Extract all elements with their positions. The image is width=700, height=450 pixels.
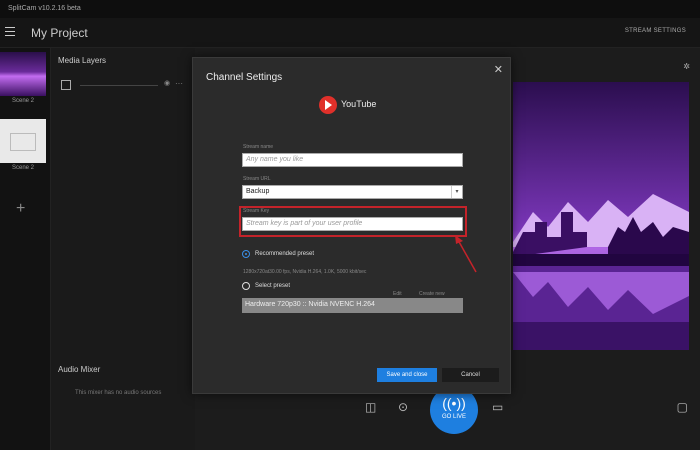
stream-key-input[interactable]: Stream key is part of your user profile: [242, 217, 463, 231]
project-title: My Project: [31, 26, 88, 40]
microphone-icon[interactable]: ◫: [365, 400, 376, 414]
audio-mixer-title: Audio Mixer: [58, 365, 101, 374]
stream-name-label: Stream name: [243, 144, 274, 150]
video-preview: [513, 82, 689, 350]
app-title: SplitCam v10.2.16 beta: [8, 5, 81, 12]
scene-thumbnail-2[interactable]: [0, 119, 46, 163]
go-live-label: GO LIVE: [441, 414, 466, 420]
layer-row[interactable]: ◉ ···: [58, 79, 188, 91]
recommended-preset-label: Recommended preset: [255, 251, 315, 257]
annotation-arrow-icon: [455, 235, 477, 273]
scene-thumbnail-1[interactable]: [0, 52, 46, 96]
stream-name-input[interactable]: Any name you like: [242, 153, 463, 167]
stream-settings-button[interactable]: STREAM SETTINGS: [625, 28, 686, 34]
placeholder-icon: [10, 133, 36, 151]
app-header: My Project STREAM SETTINGS: [0, 18, 700, 48]
video-camera-icon[interactable]: ▭: [492, 400, 503, 414]
scenes-panel: Scene 2 Scene 2 +: [0, 48, 50, 450]
chevron-down-icon[interactable]: ▾: [451, 186, 462, 198]
stream-url-label: Stream URL: [243, 176, 271, 182]
audio-mixer-empty-text: This mixer has no audio sources: [75, 390, 162, 396]
camera-snapshot-icon[interactable]: ⊙: [398, 400, 408, 414]
add-scene-button[interactable]: +: [16, 200, 25, 218]
layer-divider: [80, 85, 158, 86]
dialog-title: Channel Settings: [206, 72, 283, 83]
stream-url-select[interactable]: Backup ▾: [242, 185, 463, 199]
recommended-preset-details: 1280x720at30.00 fps, Nvidia H.264, 1.0K,…: [243, 269, 367, 275]
hamburger-menu-icon[interactable]: [5, 27, 15, 39]
media-layers-panel: Media Layers ◉ ··· Audio Mixer This mixe…: [50, 48, 195, 450]
youtube-logo-icon: [319, 96, 337, 114]
save-and-close-button[interactable]: Save and close: [377, 368, 437, 382]
media-layers-title: Media Layers: [58, 56, 107, 65]
preset-select[interactable]: Hardware 720p30 :: Nvidia NVENC H.264: [242, 298, 463, 313]
scene-label: Scene 2: [11, 165, 35, 171]
close-icon[interactable]: ✕: [494, 63, 503, 76]
create-preset-link[interactable]: Create new: [419, 291, 445, 297]
app-titlebar: SplitCam v10.2.16 beta: [0, 0, 700, 18]
recommended-preset-radio[interactable]: [242, 250, 250, 258]
settings-icon[interactable]: ✲: [683, 62, 690, 71]
scene-label: Scene 2: [11, 98, 35, 104]
chat-icon[interactable]: ▢: [677, 400, 688, 414]
select-preset-label: Select preset: [255, 283, 291, 289]
broadcast-icon: ((•)): [442, 395, 466, 411]
stream-key-label: Stream Key: [243, 208, 270, 214]
edit-preset-link[interactable]: Edit: [393, 291, 402, 297]
eye-icon[interactable]: ◉: [164, 79, 170, 87]
stream-url-value: Backup: [246, 188, 270, 195]
bottom-controls: ◫ ⊙ ((•)) GO LIVE ▭: [355, 386, 700, 450]
service-name: YouTube: [341, 99, 377, 109]
cancel-button[interactable]: Cancel: [442, 368, 499, 382]
select-preset-radio[interactable]: [242, 282, 250, 290]
preview-image: [513, 82, 689, 350]
layer-icon: [61, 80, 71, 90]
channel-settings-dialog: Channel Settings ✕ YouTube Stream name A…: [192, 57, 511, 394]
more-icon[interactable]: ···: [175, 79, 183, 88]
